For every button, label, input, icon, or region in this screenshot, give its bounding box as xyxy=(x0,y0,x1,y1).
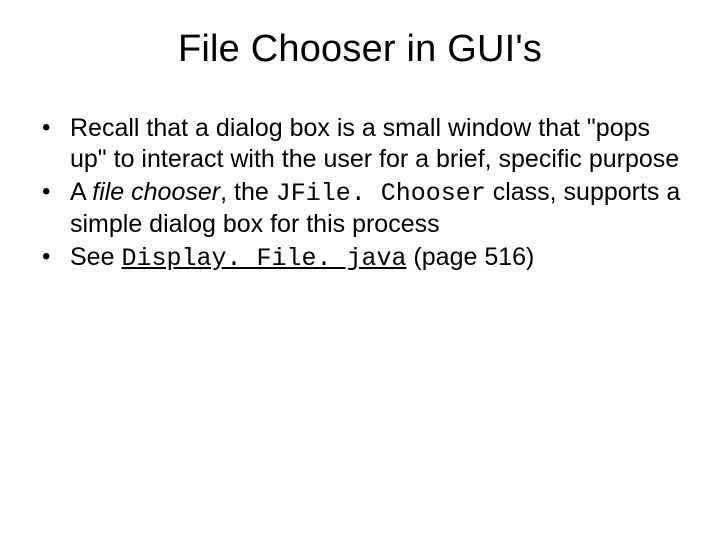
code-link[interactable]: Display. File. java xyxy=(121,244,406,273)
bullet-text: , the xyxy=(220,178,276,206)
bullet-text: (page 516) xyxy=(406,243,534,271)
bullet-text: See xyxy=(70,243,121,271)
italic-text: file chooser xyxy=(92,178,220,206)
bullet-item: See Display. File. java (page 516) xyxy=(36,242,688,274)
slide-title: File Chooser in GUI's xyxy=(28,28,692,71)
bullet-list: Recall that a dialog box is a small wind… xyxy=(28,113,692,274)
bullet-text: A xyxy=(70,178,92,206)
bullet-text: Recall that a dialog box is a small wind… xyxy=(70,114,679,173)
slide: File Chooser in GUI's Recall that a dial… xyxy=(0,0,720,540)
bullet-item: A file chooser, the JFile. Chooser class… xyxy=(36,177,688,240)
code-text: JFile. Chooser xyxy=(276,179,486,208)
bullet-item: Recall that a dialog box is a small wind… xyxy=(36,113,688,175)
